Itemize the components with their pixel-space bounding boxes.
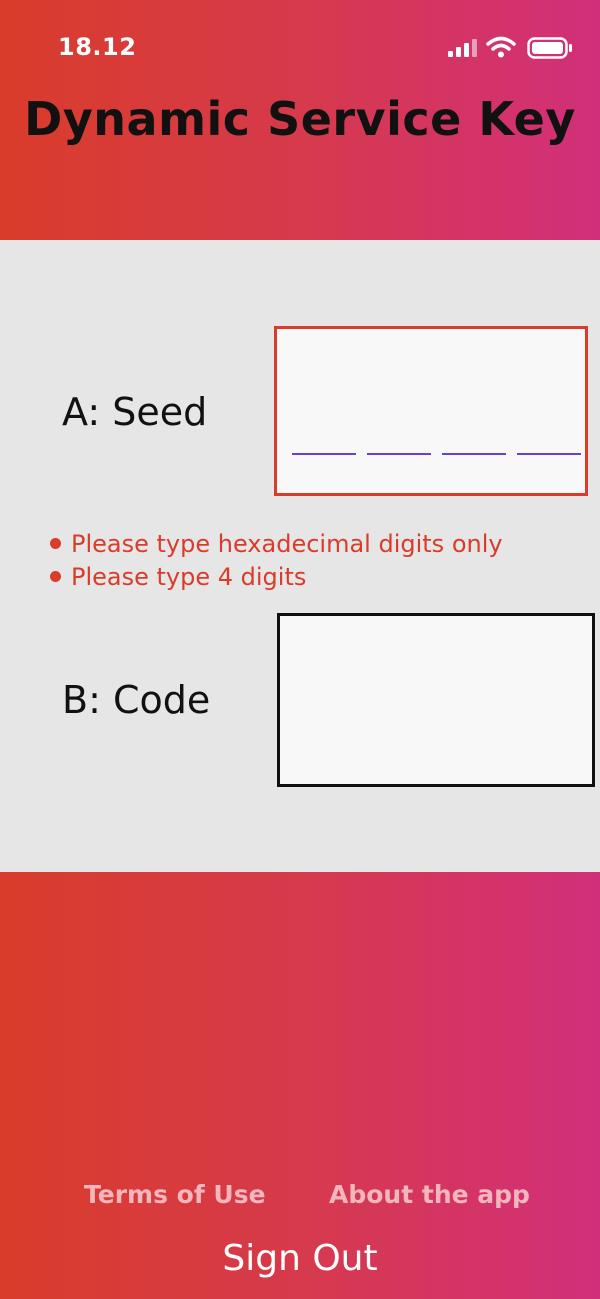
footer: Terms of Use About the app Sign Out <box>0 872 600 1299</box>
about-app-link[interactable]: About the app <box>329 1180 530 1209</box>
digit-slot-2[interactable] <box>367 453 431 455</box>
battery-icon <box>527 37 572 59</box>
status-bar: 18.12 <box>0 0 600 96</box>
header: 18.12 Dynamic Service Key <box>0 0 600 240</box>
signal-icon <box>448 39 477 57</box>
seed-input[interactable] <box>274 326 588 496</box>
error-digits-text: Please type 4 digits <box>71 562 307 591</box>
sign-out-button[interactable]: Sign Out <box>0 1238 600 1279</box>
error-list: Please type hexadecimal digits only Plea… <box>50 527 503 593</box>
wifi-icon <box>486 36 516 58</box>
terms-of-use-link[interactable]: Terms of Use <box>84 1180 266 1209</box>
digit-slot-4[interactable] <box>517 453 581 455</box>
digit-slot-3[interactable] <box>442 453 506 455</box>
seed-label: A: Seed <box>62 390 208 434</box>
digit-slot-1[interactable] <box>292 453 356 455</box>
bullet-icon <box>50 538 61 549</box>
code-label: B: Code <box>62 678 211 722</box>
status-time: 18.12 <box>58 33 137 61</box>
error-message: Please type 4 digits <box>50 560 503 593</box>
error-message: Please type hexadecimal digits only <box>50 527 503 560</box>
main-panel: A: Seed Please type hexadecimal digits o… <box>0 240 600 872</box>
bullet-icon <box>50 571 61 582</box>
page-title: Dynamic Service Key <box>24 92 576 146</box>
error-hex-text: Please type hexadecimal digits only <box>71 529 503 558</box>
code-output-field[interactable] <box>277 613 595 787</box>
